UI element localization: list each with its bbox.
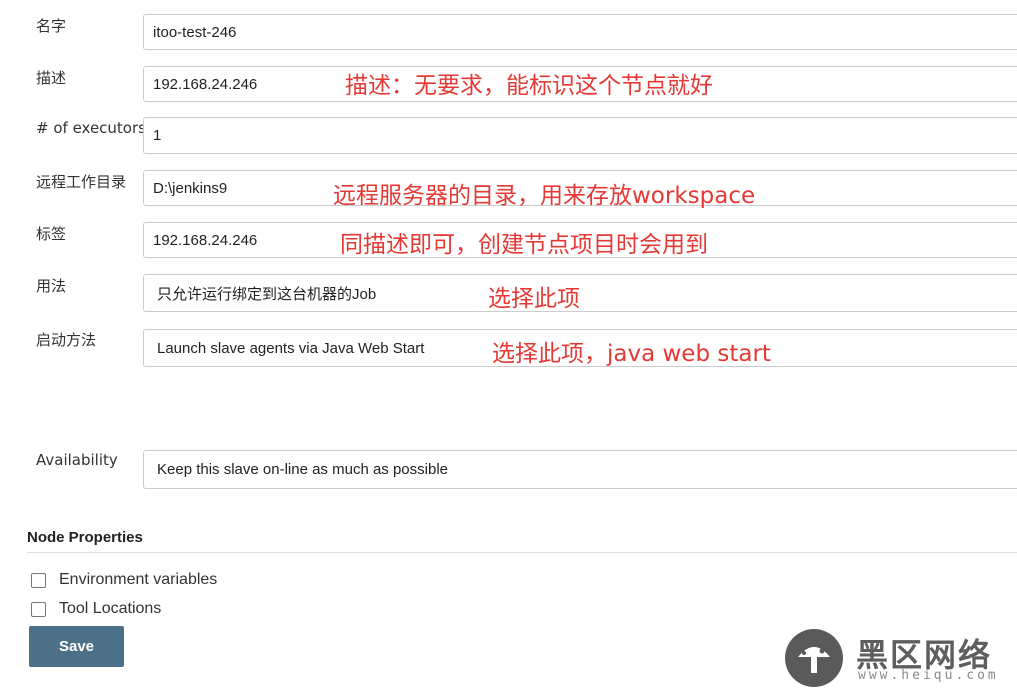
label-labels: 标签 xyxy=(36,225,67,243)
label-executors: # of executors xyxy=(36,119,146,137)
name-input[interactable]: itoo-test-246 xyxy=(143,14,1017,50)
watermark-url: www.heiqu.com xyxy=(858,668,999,683)
tool-locations-checkbox[interactable] xyxy=(31,601,46,617)
label-name: 名字 xyxy=(36,17,67,35)
label-availability: Availability xyxy=(36,451,118,469)
node-properties-heading: Node Properties xyxy=(27,529,143,546)
tool-locations-option[interactable]: Tool Locations xyxy=(31,600,161,618)
usage-select[interactable]: 只允许运行绑定到这台机器的Job xyxy=(143,274,1017,312)
env-variables-label: Environment variables xyxy=(59,571,218,588)
tool-locations-label: Tool Locations xyxy=(59,600,162,617)
executors-input[interactable]: 1 xyxy=(143,117,1017,154)
annotation-launch: 选择此项，java web start xyxy=(492,341,771,367)
annotation-labels: 同描述即可，创建节点项目时会用到 xyxy=(340,232,708,258)
env-variables-option[interactable]: Environment variables xyxy=(31,571,217,589)
env-variables-checkbox[interactable] xyxy=(31,572,46,588)
label-remote-dir: 远程工作目录 xyxy=(36,173,127,191)
annotation-usage: 选择此项 xyxy=(488,286,580,312)
availability-select[interactable]: Keep this slave on-line as much as possi… xyxy=(143,450,1017,489)
section-divider xyxy=(27,552,1017,553)
annotation-remote-dir: 远程服务器的目录，用来存放workspace xyxy=(333,183,756,209)
label-usage: 用法 xyxy=(36,277,67,295)
save-button[interactable]: Save xyxy=(29,626,124,667)
annotation-description: 描述：无要求，能标识这个节点就好 xyxy=(345,73,713,99)
label-description: 描述 xyxy=(36,69,67,87)
label-launch-method: 启动方法 xyxy=(36,331,97,349)
